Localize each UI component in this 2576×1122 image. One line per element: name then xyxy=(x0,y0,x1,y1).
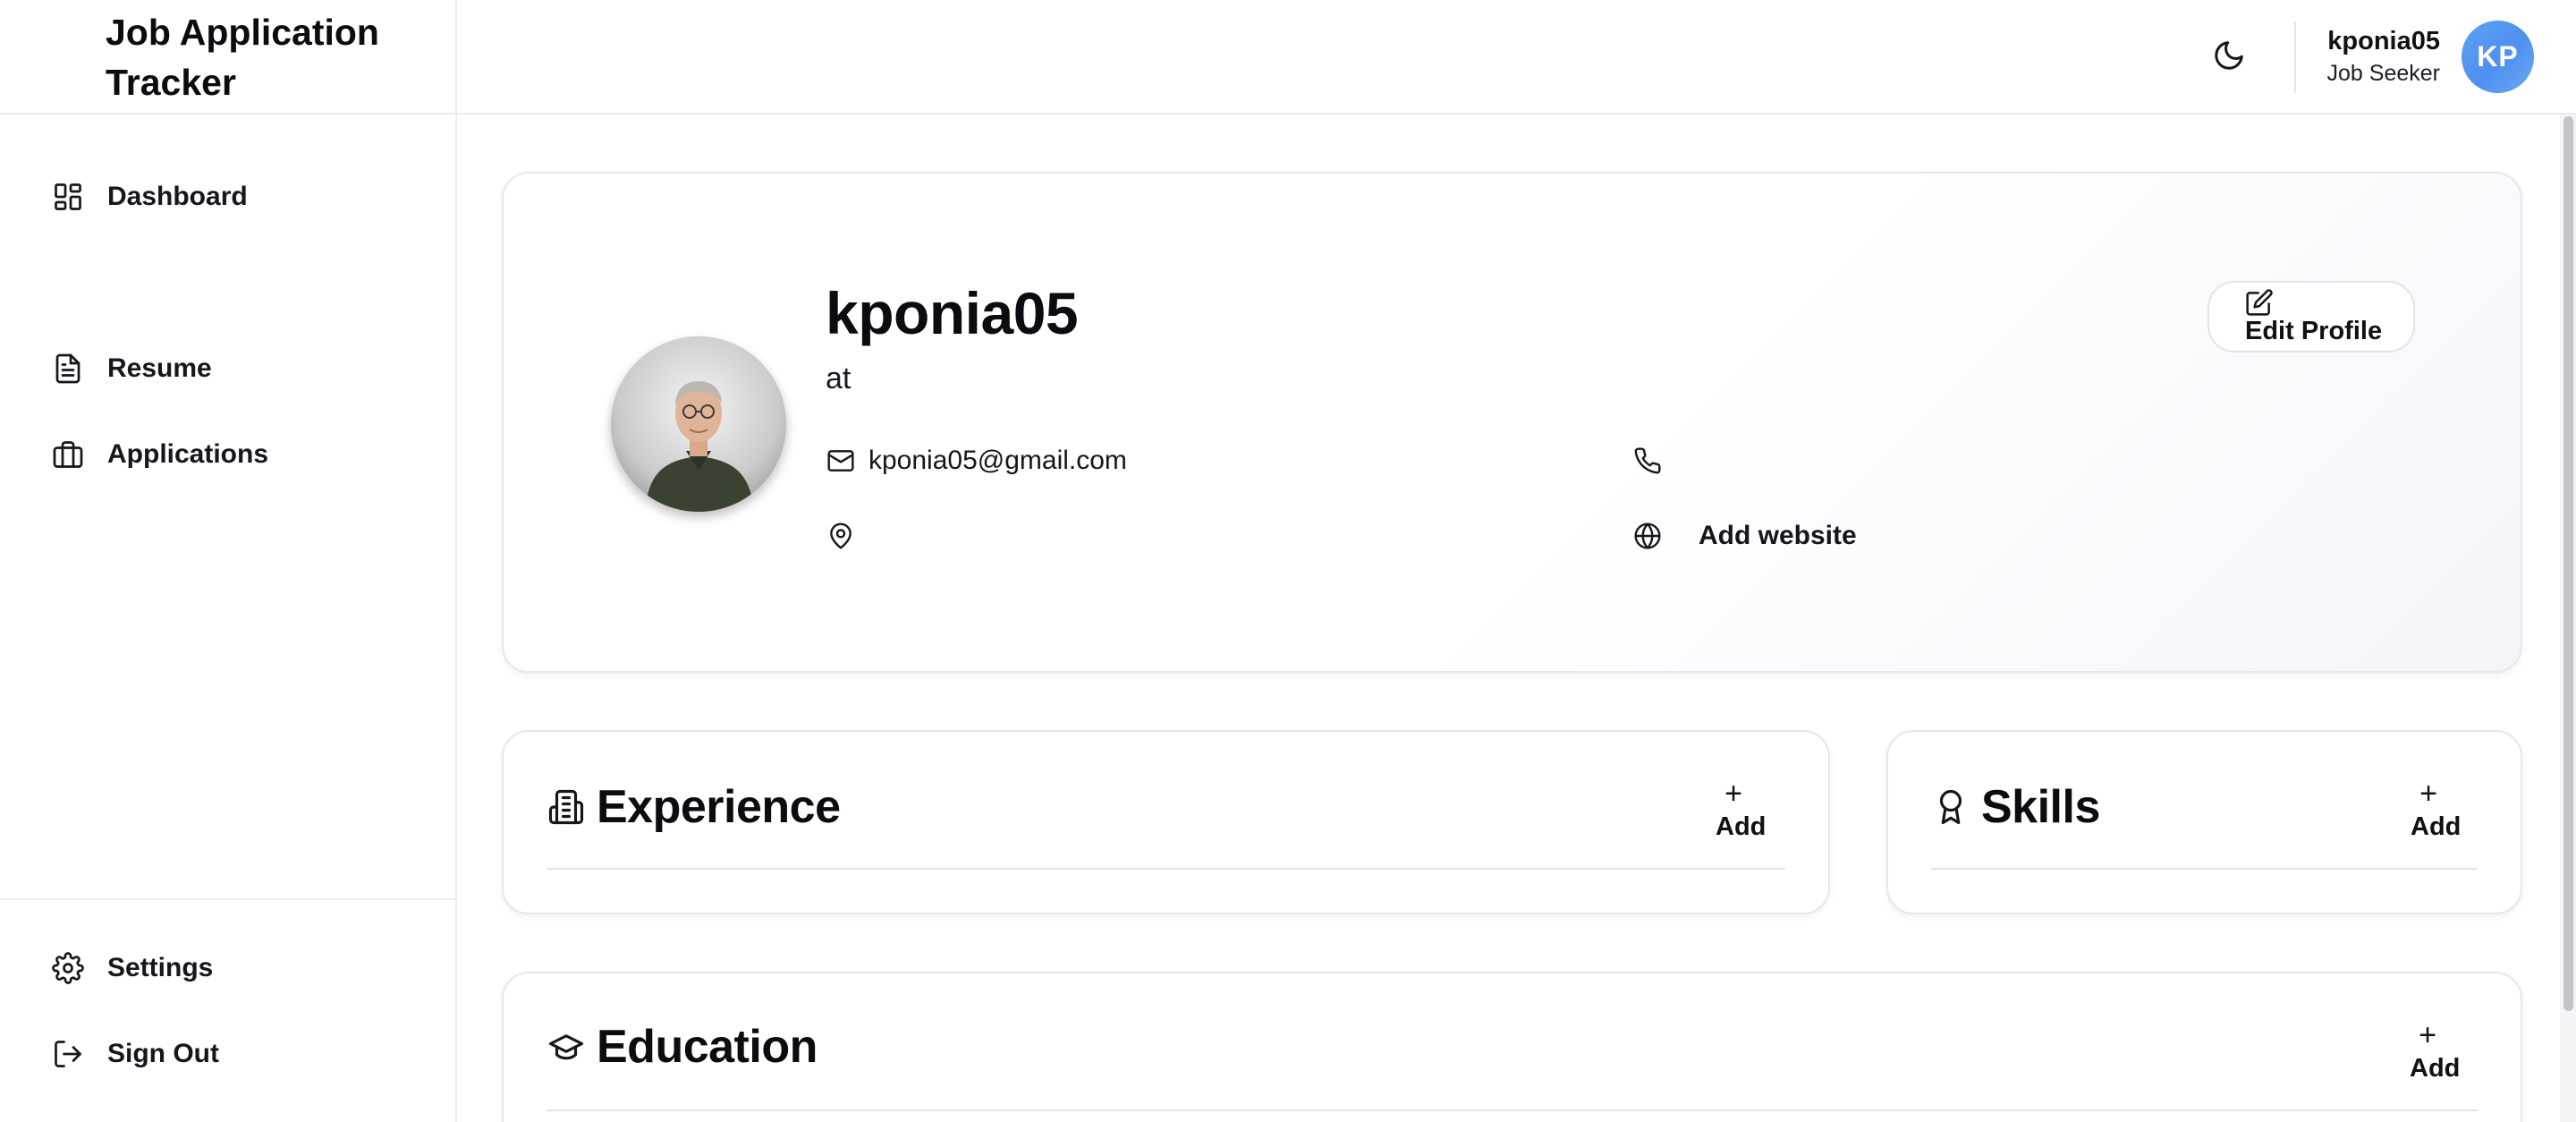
sidebar-item-label: Settings xyxy=(107,953,214,982)
sign-out-icon xyxy=(50,1036,86,1072)
add-website-link[interactable]: Add website xyxy=(1699,521,1857,551)
section-divider xyxy=(547,868,1785,870)
location-row xyxy=(826,521,869,551)
plus-icon: + xyxy=(2419,1018,2436,1052)
plus-icon: + xyxy=(1724,777,1742,811)
sidebar-item-label: Applications xyxy=(107,439,269,469)
profile-name: kponia05 xyxy=(826,280,1079,346)
education-header: Education xyxy=(547,1020,818,1074)
skills-card: Skills + Add xyxy=(1886,730,2522,914)
user-role: Job Seeker xyxy=(2326,61,2440,86)
award-icon xyxy=(1931,787,1970,827)
sidebar-divider xyxy=(0,898,457,900)
profile-card: kponia05 at kponia05@gmail.com Add websi… xyxy=(502,172,2522,673)
sidebar-item-label: Sign Out xyxy=(107,1039,219,1068)
skills-header: Skills xyxy=(1931,780,2100,834)
moon-icon xyxy=(2212,38,2246,77)
map-pin-icon xyxy=(826,521,856,551)
add-label: Add xyxy=(2411,812,2462,841)
mail-icon xyxy=(826,446,856,476)
sidebar-item-label: Dashboard xyxy=(107,182,248,211)
sidebar-item-label: Resume xyxy=(107,353,212,383)
website-row[interactable]: Add website xyxy=(1632,521,1857,551)
phone-icon xyxy=(1632,446,1663,476)
avatar[interactable]: KP xyxy=(2462,21,2534,93)
sidebar: Job Application Tracker Dashboard Resume… xyxy=(0,0,457,1122)
scrollbar-thumb[interactable] xyxy=(2563,116,2573,1011)
sidebar-item-sign-out[interactable]: Sign Out xyxy=(50,1027,219,1081)
experience-card: Experience + Add xyxy=(502,730,1830,914)
edit-icon xyxy=(2245,288,2275,319)
top-header xyxy=(457,0,2576,115)
sidebar-item-settings[interactable]: Settings xyxy=(50,941,213,995)
skills-title: Skills xyxy=(1981,781,2100,833)
profile-photo xyxy=(611,336,786,512)
file-icon xyxy=(50,351,86,387)
profile-headline: at xyxy=(826,361,852,395)
header-divider xyxy=(2294,21,2296,93)
briefcase-icon xyxy=(50,437,86,472)
brand: Job Application Tracker xyxy=(0,0,457,115)
education-card: Education + Add xyxy=(502,972,2522,1122)
add-label: Add xyxy=(2410,1054,2461,1083)
app-title: Job Application Tracker xyxy=(106,12,379,103)
section-divider xyxy=(1931,868,2478,870)
theme-toggle-button[interactable] xyxy=(2207,36,2250,79)
experience-header: Experience xyxy=(547,780,841,834)
phone-row xyxy=(1632,446,1675,476)
email-row: kponia05@gmail.com xyxy=(826,446,1127,476)
edit-profile-label: Edit Profile xyxy=(2245,317,2383,345)
globe-icon xyxy=(1632,521,1663,551)
section-divider xyxy=(547,1109,2478,1111)
gear-icon xyxy=(50,950,86,986)
user-name: kponia05 xyxy=(2327,27,2440,55)
sidebar-item-resume[interactable]: Resume xyxy=(50,342,212,395)
add-skill-button[interactable]: + Add xyxy=(2411,778,2473,850)
education-title: Education xyxy=(597,1021,818,1073)
add-education-button[interactable]: + Add xyxy=(2410,1020,2472,1092)
add-label: Add xyxy=(1716,812,1767,841)
profile-email: kponia05@gmail.com xyxy=(869,446,1127,475)
building-icon xyxy=(547,787,586,827)
sidebar-item-dashboard[interactable]: Dashboard xyxy=(50,170,248,224)
plus-icon: + xyxy=(2419,777,2437,811)
graduation-cap-icon xyxy=(547,1027,586,1067)
sidebar-item-applications[interactable]: Applications xyxy=(50,428,268,481)
dashboard-icon xyxy=(50,179,86,215)
add-experience-button[interactable]: + Add xyxy=(1716,778,1778,850)
edit-profile-button[interactable]: Edit Profile xyxy=(2207,281,2415,353)
experience-title: Experience xyxy=(597,781,841,833)
